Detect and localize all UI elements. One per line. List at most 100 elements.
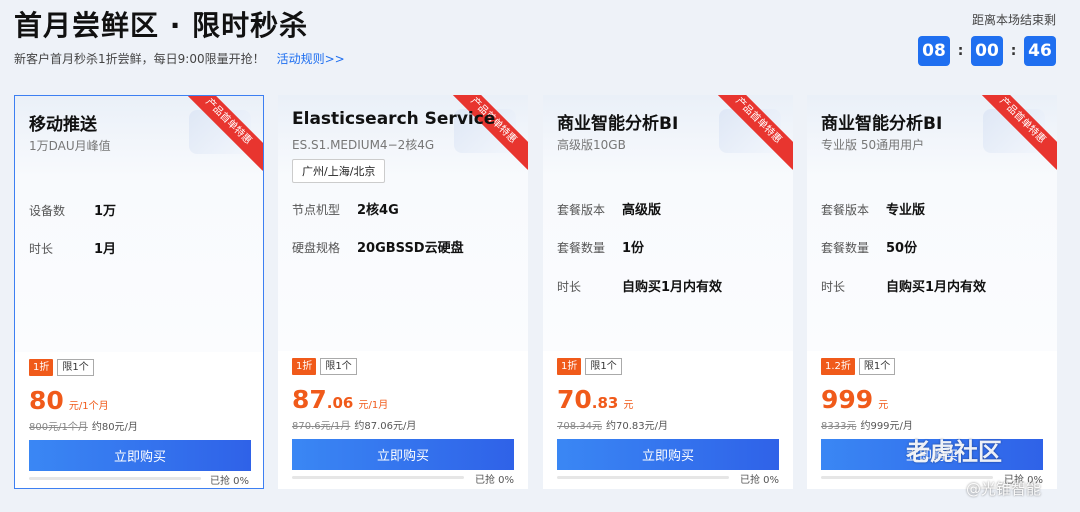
spec-value: 高级版: [622, 203, 662, 218]
rules-link[interactable]: 活动规则>>: [277, 52, 345, 66]
price: 70.83 元: [557, 385, 633, 414]
spec-key: 套餐数量: [821, 241, 870, 255]
price: 999 元: [821, 385, 888, 414]
price-unit: 元: [878, 400, 889, 411]
spec-row: 套餐版本 高级版: [557, 199, 661, 218]
badge-row: 1.2折 限1个: [821, 358, 896, 375]
spec-key: 套餐数量: [557, 241, 606, 255]
product-card-mobile-push[interactable]: 产品首单特惠 移动推送 1万DAU月峰值 设备数 1万 时长 1月 1折 限1个 80…: [14, 95, 264, 489]
approx-price: 约999元/月: [860, 421, 913, 432]
price-decimal: .06: [326, 394, 354, 412]
card-subtitle: 1万DAU月峰值: [29, 139, 111, 153]
badge-row: 1折 限1个: [557, 358, 622, 375]
spec-row: 套餐版本 专业版: [821, 199, 925, 218]
spec-value: 1月: [94, 242, 117, 257]
badge-row: 1折 限1个: [292, 358, 357, 375]
countdown-label: 距离本场结束剩: [971, 13, 1056, 27]
spec-key: 套餐版本: [821, 203, 870, 217]
spec-value: 自购买1月内有效: [622, 280, 723, 295]
spec-row: 设备数 1万: [29, 200, 116, 219]
spec-key: 节点机型: [292, 203, 341, 217]
spec-row: 套餐数量 50份: [821, 237, 917, 256]
spec-row: 套餐数量 1份: [557, 237, 644, 256]
original-price-row: 800元/1个月 约80元/月: [29, 418, 138, 433]
limit-badge: 限1个: [320, 358, 357, 375]
original-price: 800元/1个月: [29, 422, 88, 433]
limit-badge: 限1个: [57, 359, 94, 376]
spec-row: 时长 1月: [29, 238, 116, 257]
approx-price: 约80元/月: [91, 422, 138, 433]
buy-button[interactable]: 立即购买: [557, 439, 779, 470]
product-card-bi-pro[interactable]: 产品首单特惠 商业智能分析BI 专业版 50通用用户 套餐版本 专业版 套餐数量 5…: [807, 95, 1057, 489]
spec-value: 2核4G: [357, 203, 399, 218]
discount-badge: 1.2折: [821, 358, 855, 375]
buy-button[interactable]: 立即购买: [29, 440, 251, 471]
spec-key: 设备数: [29, 204, 66, 218]
countdown: 08 : 00 : 46: [918, 36, 1056, 66]
original-price: 708.34元: [557, 421, 602, 432]
sold-text: 已抢 0%: [739, 475, 779, 486]
spec-row: 硬盘规格 20GBSSD云硬盘: [292, 237, 464, 256]
watermark-credit: @光锥智能: [966, 480, 1042, 498]
price-unit: 元/1个月: [68, 401, 109, 412]
page-subtitle: 新客户首月秒杀1折尝鲜，每日9:00限量开抢！ 活动规则>>: [14, 50, 345, 67]
spec-key: 时长: [29, 242, 54, 256]
discount-badge: 1折: [557, 358, 582, 375]
card-title: 商业智能分析BI: [821, 114, 943, 134]
sold-progress: [29, 477, 201, 480]
spec-value: 1份: [622, 241, 645, 256]
card-title: Elasticsearch Service: [292, 109, 496, 129]
spec-key: 时长: [557, 280, 582, 294]
spec-row: 时长 自购买1月内有效: [821, 276, 986, 295]
spec-row: 节点机型 2核4G: [292, 199, 399, 218]
product-card-bi-advanced[interactable]: 产品首单特惠 商业智能分析BI 高级版10GB 套餐版本 高级版 套餐数量 1份 时…: [543, 95, 793, 489]
approx-price: 约70.83元/月: [606, 421, 668, 432]
sold-progress: [292, 476, 464, 479]
countdown-seconds: 46: [1024, 36, 1056, 66]
discount-badge: 1折: [29, 359, 54, 376]
region-tag: 广州/上海/北京: [292, 159, 386, 183]
buy-button[interactable]: 立即购买: [292, 439, 514, 470]
original-price: 8333元: [821, 421, 857, 432]
countdown-separator: :: [1010, 43, 1017, 59]
spec-value: 50份: [886, 241, 918, 256]
countdown-minutes: 00: [971, 36, 1003, 66]
sold-text: 已抢 0%: [474, 475, 514, 486]
card-title: 移动推送: [29, 115, 97, 135]
discount-badge: 1折: [292, 358, 317, 375]
spec-key: 时长: [821, 280, 846, 294]
original-price-row: 8333元 约999元/月: [821, 417, 913, 432]
countdown-hours: 08: [918, 36, 950, 66]
sold-progress: [557, 476, 729, 479]
spec-key: 硬盘规格: [292, 241, 341, 255]
spec-value: 20GBSSD云硬盘: [357, 241, 464, 256]
limit-badge: 限1个: [585, 358, 622, 375]
original-price-row: 870.6元/1月 约87.06元/月: [292, 417, 416, 432]
countdown-separator: :: [957, 43, 964, 59]
spec-value: 专业版: [886, 203, 926, 218]
price-decimal: .83: [591, 394, 619, 412]
card-subtitle: ES.S1.MEDIUM4−2核4G: [292, 138, 435, 152]
original-price-row: 708.34元 约70.83元/月: [557, 417, 668, 432]
price-integer: 999: [821, 385, 874, 414]
spec-value: 1万: [94, 204, 117, 219]
spec-key: 套餐版本: [557, 203, 606, 217]
sold-text: 已抢 0%: [209, 476, 249, 487]
limit-badge: 限1个: [858, 358, 896, 375]
spec-row: 时长 自购买1月内有效: [557, 276, 722, 295]
badge-row: 1折 限1个: [29, 359, 94, 376]
page-title: 首月尝鲜区 · 限时秒杀: [14, 9, 309, 42]
price-integer: 80: [29, 386, 64, 415]
price-integer: 87: [292, 385, 327, 414]
price-unit: 元/1月: [358, 400, 389, 411]
original-price: 870.6元/1月: [292, 421, 351, 432]
price-unit: 元: [623, 400, 634, 411]
price: 87.06 元/1月: [292, 385, 388, 414]
price-integer: 70: [557, 385, 592, 414]
product-card-elasticsearch[interactable]: 产品首单特惠 Elasticsearch Service ES.S1.MEDIU…: [278, 95, 528, 489]
card-subtitle: 专业版 50通用用户: [821, 138, 925, 152]
approx-price: 约87.06元/月: [354, 421, 417, 432]
card-title: 商业智能分析BI: [557, 114, 679, 134]
watermark-logo-text: 老虎社区: [906, 438, 1002, 466]
price: 80 元/1个月: [29, 386, 109, 415]
